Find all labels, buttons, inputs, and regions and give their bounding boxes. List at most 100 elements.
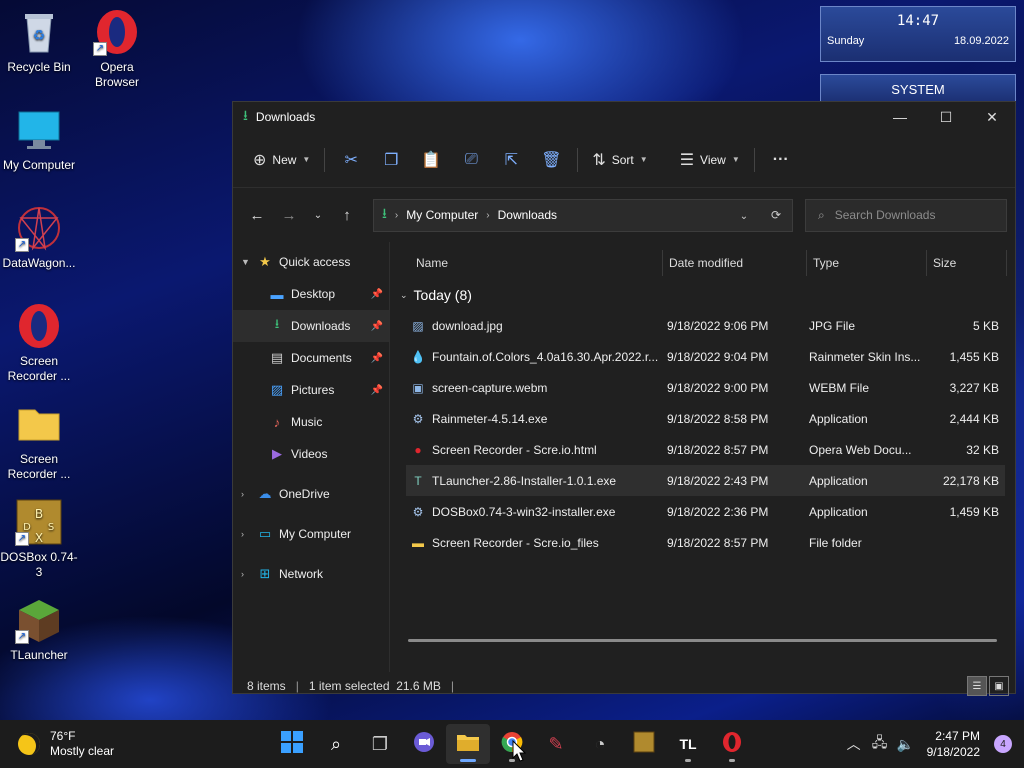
notification-badge[interactable]: 4 (994, 735, 1012, 753)
nav-music[interactable]: ♪ Music (233, 406, 389, 438)
taskbar-tlauncher[interactable]: TL (666, 724, 710, 764)
pin-icon[interactable]: 📌 (371, 353, 383, 364)
more-options-button[interactable]: ··· (761, 144, 801, 176)
file-list-pane: Name Date modified Type Size ⌄ Today (8)… (390, 242, 1015, 672)
file-row[interactable]: ⚙ Rainmeter-4.5.14.exe 9/18/2022 8:58 PM Ap… (406, 403, 1005, 434)
search-placeholder: Search Downloads (834, 208, 936, 222)
up-button[interactable]: ↑ (331, 199, 363, 231)
taskbar-screen-tool[interactable]: ✎ (534, 724, 578, 764)
paste-button[interactable]: 📋 (411, 144, 451, 176)
weather-widget[interactable]: 76°F Mostly clear (18, 729, 178, 759)
title-bar[interactable]: ⭳ Downloads — ☐ ✕ (233, 102, 1015, 132)
chat-button[interactable] (402, 724, 446, 764)
cut-button[interactable]: ✂ (331, 144, 371, 176)
desktop-icon-tlauncher[interactable]: ↗ TLauncher (0, 596, 78, 663)
desktop-icon-dosbox[interactable]: BDSX ↗ DOSBox 0.74-3 (0, 498, 78, 580)
details-view-button[interactable]: ☰ (967, 676, 987, 696)
taskbar-dosbox[interactable] (622, 724, 666, 764)
desktop-icon-my-computer[interactable]: My Computer (0, 106, 78, 173)
desktop-icon-datawagon[interactable]: ↗ DataWagon... (0, 204, 78, 271)
nav-onedrive[interactable]: › ☁ OneDrive (233, 478, 389, 510)
file-row[interactable]: ▣ screen-capture.webm 9/18/2022 9:00 PM WEB… (406, 372, 1005, 403)
clock[interactable]: 2:47 PM 9/18/2022 (927, 728, 980, 760)
desktop-icon-opera-browser[interactable]: ↗ Opera Browser (78, 8, 156, 90)
volume-button[interactable]: 🔈 (893, 736, 919, 753)
pin-icon[interactable]: 📌 (371, 321, 383, 332)
minimize-button[interactable]: — (877, 102, 923, 132)
recent-locations-button[interactable]: ⌄ (305, 199, 331, 231)
file-name-cell: ▨ download.jpg (406, 318, 664, 334)
file-row[interactable]: T TLauncher-2.86-Installer-1.0.1.exe 9/18/… (406, 465, 1005, 496)
trash-icon: 🗑 (541, 151, 562, 169)
taskbar-opera[interactable] (710, 724, 754, 764)
delete-button[interactable]: 🗑 (531, 144, 571, 176)
start-button[interactable] (270, 724, 314, 764)
breadcrumb-my-computer[interactable]: My Computer (406, 208, 478, 222)
sort-button[interactable]: ⇅ Sort ▼ (584, 144, 655, 176)
weather-desc: Mostly clear (50, 744, 115, 758)
image-file-icon: ▨ (412, 318, 424, 333)
active-indicator (460, 759, 476, 762)
rename-button[interactable]: ⎚ (451, 144, 491, 176)
nav-documents[interactable]: ▤ Documents 📌 (233, 342, 389, 374)
group-header-today[interactable]: ⌄ Today (8) (390, 280, 1015, 310)
address-bar[interactable]: ⭳ › My Computer › Downloads ⌄ ⟳ (373, 198, 793, 232)
file-row[interactable]: ▨ download.jpg 9/18/2022 9:06 PM JPG File 5 … (406, 310, 1005, 341)
task-view-button[interactable]: ❐ (358, 724, 402, 764)
share-button[interactable]: ⇱ (491, 144, 531, 176)
column-header-name[interactable]: Name (390, 249, 663, 276)
refresh-button[interactable]: ⟳ (760, 208, 792, 222)
dosbox-icon (633, 731, 655, 758)
file-row[interactable]: ⚙ DOSBox0.74-3-win32-installer.exe 9/18/20… (406, 496, 1005, 527)
nav-desktop[interactable]: ▬ Desktop 📌 (233, 278, 389, 310)
copy-button[interactable]: ❐ (371, 144, 411, 176)
horizontal-scrollbar[interactable] (408, 639, 997, 642)
chevron-down-icon: ▼ (639, 155, 648, 164)
show-hidden-icons-button[interactable]: ︿ (841, 734, 867, 754)
close-button[interactable]: ✕ (969, 102, 1015, 132)
network-tray-button[interactable]: 🖧 (867, 732, 893, 756)
breadcrumb-downloads[interactable]: Downloads (498, 208, 557, 222)
taskbar-file-explorer[interactable] (446, 724, 490, 764)
selection-info: 1 item selected 21.6 MB (308, 679, 441, 693)
clock-widget: 14:47 Sunday 18.09.2022 (820, 6, 1016, 62)
new-button[interactable]: ⊕ New ▼ (245, 144, 318, 176)
navigation-pane: ▼ ★ Quick access ▬ Desktop 📌 ⭳ Downloads… (233, 242, 390, 672)
nav-downloads[interactable]: ⭳ Downloads 📌 (233, 310, 389, 342)
file-date: 9/18/2022 8:57 PM (667, 535, 769, 550)
nav-pictures[interactable]: ▨ Pictures 📌 (233, 374, 389, 406)
back-button[interactable]: ← (241, 199, 273, 231)
opera-icon: ● (414, 442, 422, 457)
pin-icon[interactable]: 📌 (371, 385, 383, 396)
nav-videos[interactable]: ▶ Videos (233, 438, 389, 470)
search-taskbar-button[interactable]: ⌕ (314, 724, 358, 764)
network-icon: 🖧 (871, 734, 888, 750)
nav-network[interactable]: › ⊞ Network (233, 558, 389, 590)
column-header-type[interactable]: Type (807, 249, 927, 276)
desktop-icon-screen-recorder-folder[interactable]: Screen Recorder ... (0, 400, 78, 482)
forward-button[interactable]: → (273, 199, 305, 231)
tiles-view-button[interactable]: ▣ (989, 676, 1009, 696)
file-row[interactable]: ● Screen Recorder - Scre.io.html 9/18/2022… (406, 434, 1005, 465)
taskbar-rainmeter[interactable]: ◔ (578, 724, 622, 764)
nav-my-computer[interactable]: › ▭ My Computer (233, 518, 389, 550)
maximize-button[interactable]: ☐ (923, 102, 969, 132)
pin-icon[interactable]: 📌 (371, 289, 383, 300)
file-name-cell: T TLauncher-2.86-Installer-1.0.1.exe (406, 473, 664, 489)
file-row[interactable]: 💧 Fountain.of.Colors_4.0a16.30.Apr.2022.r… (406, 341, 1005, 372)
address-dropdown-button[interactable]: ⌄ (728, 208, 760, 222)
desktop-icon-recycle-bin[interactable]: ♻ Recycle Bin (0, 8, 78, 75)
search-box[interactable]: ⌕ Search Downloads (805, 198, 1007, 232)
file-name: screen-capture.webm (432, 380, 548, 395)
column-header-date[interactable]: Date modified (663, 249, 807, 276)
desktop-icon-screen-recorder-shortcut[interactable]: Screen Recorder ... (0, 302, 78, 384)
column-label: Date modified (669, 255, 744, 270)
view-button[interactable]: ☰ View ▼ (672, 144, 748, 176)
opera-icon: ↗ (93, 8, 141, 56)
file-row[interactable]: ▬ Screen Recorder - Scre.io_files 9/18/202… (406, 527, 1005, 558)
arrow-right-icon: → (281, 206, 297, 224)
nav-quick-access[interactable]: ▼ ★ Quick access (233, 246, 389, 278)
copy-icon: ❐ (384, 151, 399, 169)
file-name-cell: ▣ screen-capture.webm (406, 380, 664, 396)
column-header-size[interactable]: Size (927, 249, 1007, 276)
